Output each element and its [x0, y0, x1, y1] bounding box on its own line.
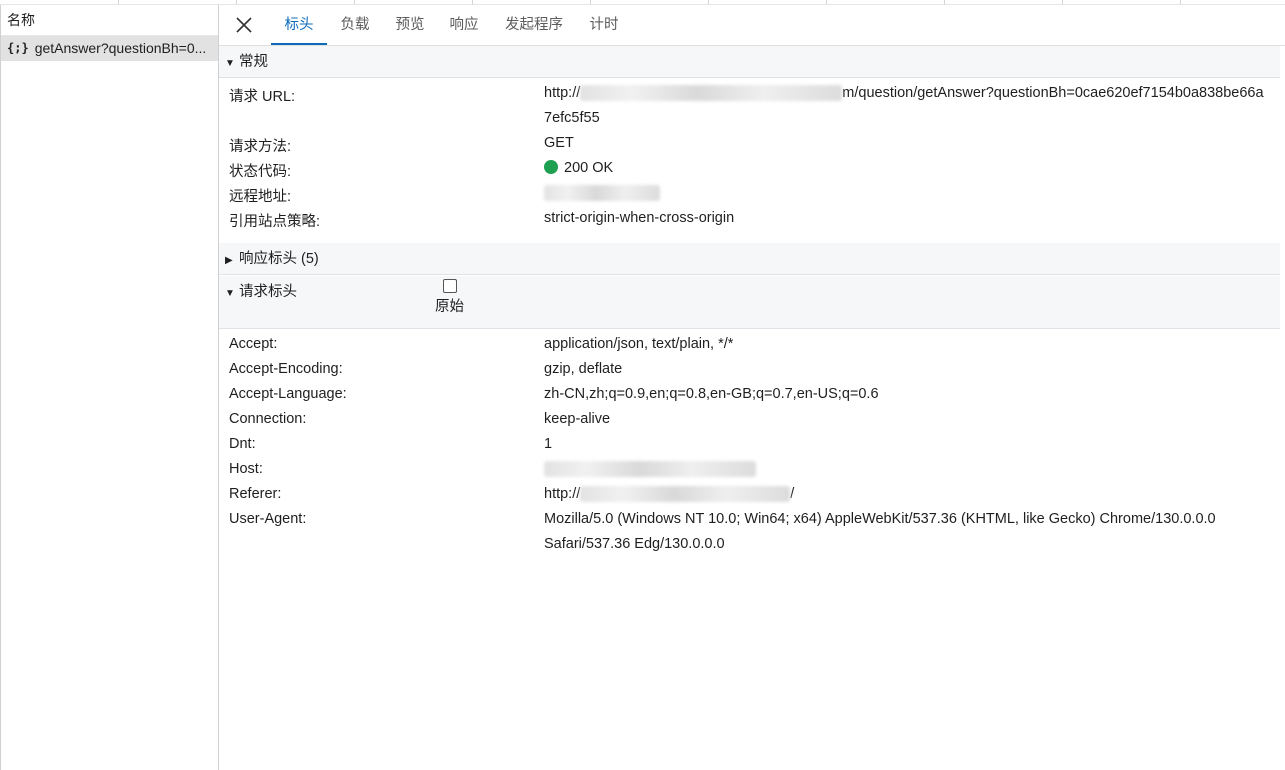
accept-label: Accept: [229, 336, 278, 352]
raw-label: 原始 [435, 299, 464, 315]
accept-value: application/json, text/plain, */* [544, 336, 734, 352]
caret-down-icon: ▼ [225, 288, 235, 299]
tab-initiator[interactable]: 发起程序 [502, 5, 566, 45]
redacted-host-value [544, 461, 756, 478]
request-url-value-line2: 7efc5f55 [544, 110, 600, 126]
redacted-host [580, 85, 843, 102]
connection-label: Connection: [229, 411, 307, 427]
dnt-value: 1 [544, 436, 553, 452]
close-icon[interactable] [233, 14, 255, 36]
tab-timing[interactable]: 计时 [587, 5, 621, 45]
general-section-header[interactable]: ▼ 常规 [219, 46, 1280, 78]
accept-language-value: zh-CN,zh;q=0.9,en;q=0.8,en-GB;q=0.7,en-U… [544, 386, 879, 402]
general-section-title: 常规 [239, 54, 268, 70]
tab-preview[interactable]: 预览 [391, 5, 429, 45]
request-url-value: http:// m/question/getAnswer?questionBh=0… [544, 85, 1264, 102]
details-tab-bar: 标头 负载 预览 响应 发起程序 计时 [219, 5, 1285, 46]
referer-label: Referer: [229, 486, 282, 502]
referer-prefix: http:// [544, 486, 581, 502]
response-headers-title: 响应标头 (5) [239, 251, 319, 267]
tab-response[interactable]: 响应 [445, 5, 483, 45]
raw-checkbox[interactable] [442, 279, 457, 293]
remote-address-label: 远程地址: [229, 189, 292, 205]
url-suffix: m/question/getAnswer?questionBh=0cae620e… [842, 85, 1264, 101]
referer-value: http:// / [544, 486, 795, 503]
redacted-referer [580, 486, 791, 503]
accept-language-label: Accept-Language: [229, 386, 347, 402]
tab-payload[interactable]: 负载 [336, 5, 374, 45]
referrer-policy-value: strict-origin-when-cross-origin [544, 210, 735, 226]
request-headers-section-header[interactable]: ▼ 请求标头 原始 [219, 276, 1280, 329]
status-text: 200 OK [564, 160, 614, 176]
caret-right-icon: ▶ [225, 255, 233, 266]
request-list-panel: 名称 {;} getAnswer?questionBh=0... [0, 5, 219, 770]
remote-address-value [544, 185, 660, 202]
referer-suffix: / [790, 486, 795, 502]
json-icon: {;} [7, 41, 29, 55]
request-name: getAnswer?questionBh=0... [34, 40, 207, 56]
request-url-label: 请求 URL: [229, 89, 296, 105]
request-row-getanswer[interactable]: {;} getAnswer?questionBh=0... [1, 36, 218, 61]
status-ok-icon [544, 160, 558, 174]
url-prefix: http:// [544, 85, 581, 101]
request-method-label: 请求方法: [229, 139, 292, 155]
accept-encoding-value: gzip, deflate [544, 361, 623, 377]
connection-value: keep-alive [544, 411, 611, 427]
accept-encoding-label: Accept-Encoding: [229, 361, 343, 377]
host-label: Host: [229, 461, 263, 477]
request-details-panel: 标头 负载 预览 响应 发起程序 计时 ▼ 常规 请求 URL: http:// m… [219, 5, 1285, 770]
user-agent-value: Mozilla/5.0 (Windows NT 10.0; Win64; x64… [544, 511, 1216, 527]
name-column-header[interactable]: 名称 [1, 5, 218, 36]
tab-headers[interactable]: 标头 [271, 5, 327, 45]
request-method-value: GET [544, 135, 574, 151]
dnt-label: Dnt: [229, 436, 256, 452]
referrer-policy-label: 引用站点策略: [229, 214, 321, 230]
status-code-label: 状态代码: [229, 164, 292, 180]
raw-toggle[interactable]: 原始 [435, 279, 464, 316]
host-value [544, 461, 756, 478]
user-agent-value-line2: Safari/537.36 Edg/130.0.0.0 [544, 536, 725, 552]
request-headers-title: 请求标头 [239, 284, 297, 300]
caret-down-icon: ▼ [225, 58, 235, 69]
user-agent-label: User-Agent: [229, 511, 307, 527]
redacted-remote-address [544, 185, 660, 202]
status-code-value: 200 OK [544, 160, 613, 176]
response-headers-section-header[interactable]: ▶ 响应标头 (5) [219, 243, 1280, 275]
